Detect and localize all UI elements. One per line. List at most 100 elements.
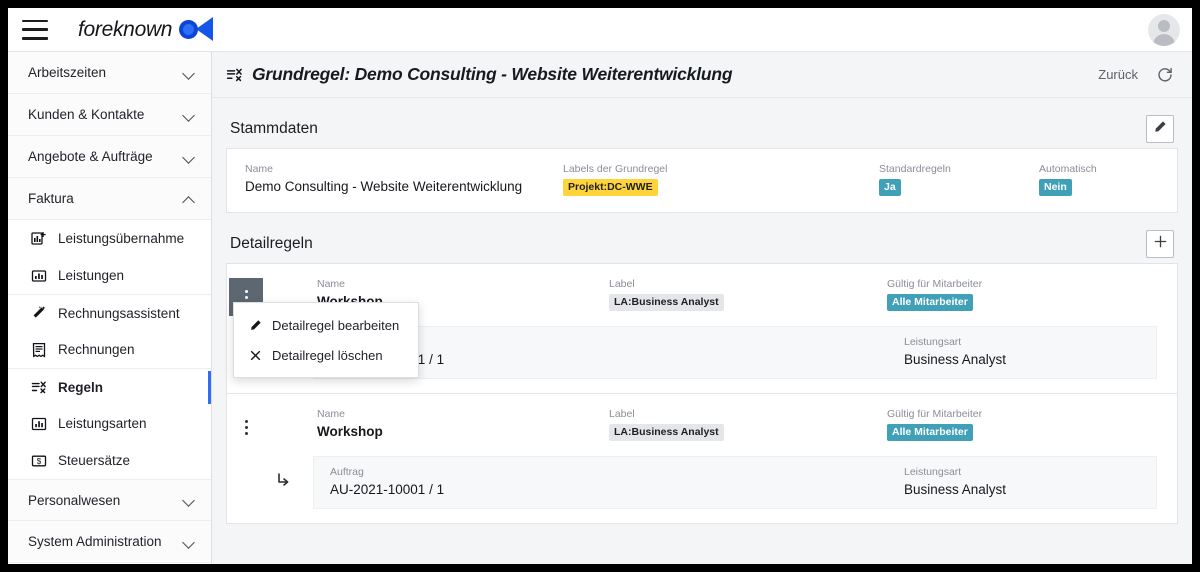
rules-icon (30, 379, 47, 396)
cell-label-tag: Label LA:Business Analyst (609, 408, 887, 442)
kebab-menu-icon (244, 419, 248, 435)
sidebar-item-label: Rechnungsassistent (58, 305, 180, 321)
plus-icon (1153, 234, 1168, 254)
field-label: Standardregeln (879, 163, 951, 175)
chevron-up-icon (183, 193, 195, 205)
cell-value: Business Analyst (904, 352, 1007, 368)
cell-leistungsart: Leistungsart Business Analyst (904, 466, 1006, 497)
sidebar-group-arbeitszeiten[interactable]: Arbeitszeiten (8, 52, 211, 94)
cell-auftrag: Auftrag AU-2021-10001 / 1 (330, 466, 904, 497)
scope-badge: Alle Mitarbeiter (887, 424, 973, 442)
field-automatisch: Automatisch Nein (1039, 163, 1097, 197)
sidebar-group-label: Arbeitszeiten (28, 65, 107, 80)
detailregeln-body: Name Workshop Label LA:Business Analyst … (226, 263, 1178, 525)
stammdaten-fields: Name Demo Consulting - Website Weiterent… (227, 149, 1177, 212)
app-window: foreknown Arbeitszeiten Kunden & Kontakt… (8, 8, 1192, 564)
sidebar-item-label: Leistungen (58, 268, 125, 283)
cell-label: Label (609, 278, 635, 291)
label-badge: LA:Business Analyst (609, 424, 724, 442)
add-detailregel-button[interactable] (1146, 230, 1174, 259)
svg-text:$: $ (36, 457, 41, 466)
table-row: Name Workshop Label LA:Business Analyst … (227, 264, 1177, 380)
pencil-icon (248, 319, 262, 332)
chevron-down-icon (183, 494, 195, 506)
sidebar-group-faktura[interactable]: Faktura (8, 178, 211, 220)
money-icon: $ (30, 452, 47, 469)
sidebar-group-angebote-auftraege[interactable]: Angebote & Aufträge (8, 136, 211, 178)
magic-wand-icon (30, 305, 47, 322)
sidebar-item-rechnungsassistent[interactable]: Rechnungsassistent (8, 294, 211, 331)
back-button[interactable]: Zurück (1098, 67, 1138, 82)
field-label: Labels der Grundregel (563, 163, 668, 175)
menu-item-detailregel-bearbeiten[interactable]: Detailregel bearbeiten (234, 310, 418, 340)
brand-logo[interactable]: foreknown (78, 17, 214, 42)
menu-item-label: Detailregel bearbeiten (272, 317, 400, 333)
sidebar-item-label: Rechnungen (58, 342, 135, 357)
cell-label: Name (317, 408, 346, 421)
sidebar: Arbeitszeiten Kunden & Kontakte Angebote… (8, 52, 212, 564)
sidebar-item-leistungsarten[interactable]: Leistungsarten (8, 405, 211, 442)
sidebar-group-system-administration[interactable]: System Administration (8, 521, 211, 563)
sidebar-item-label: Leistungsarten (58, 416, 147, 431)
sidebar-group-label: Personalwesen (28, 492, 121, 508)
hamburger-icon[interactable] (22, 19, 48, 40)
cell-label: Name (317, 278, 346, 291)
user-avatar-icon[interactable] (1148, 14, 1180, 46)
main-content: Grundregel: Demo Consulting - Website We… (212, 52, 1192, 564)
stammdaten-header: Stammdaten (226, 110, 1178, 148)
detailregeln-header: Detailregeln (226, 225, 1178, 263)
sidebar-group-kunden-kontakte[interactable]: Kunden & Kontakte (8, 94, 211, 136)
menu-item-label: Detailregel löschen (272, 347, 383, 363)
sidebar-item-rechnungen[interactable]: Rechnungen (8, 331, 211, 368)
sidebar-group-label: Angebote & Aufträge (28, 149, 153, 164)
sidebar-item-regeln[interactable]: Regeln (8, 368, 211, 405)
rules-icon (226, 66, 243, 83)
chevron-down-icon (183, 151, 195, 163)
cell-label: Gültig für Mitarbeiter (887, 408, 983, 421)
cell-label: Leistungsart (904, 466, 962, 479)
chevron-down-icon (183, 67, 195, 79)
field-name: Name Demo Consulting - Website Weiterent… (245, 163, 563, 196)
cell-label: Gültig für Mitarbeiter (887, 278, 983, 291)
sidebar-item-leistungen[interactable]: Leistungen (8, 257, 211, 294)
cell-label: Leistungsart (904, 336, 962, 349)
chart-bar-boxed-icon (30, 415, 47, 432)
label-badge: Projekt:DC-WWE (563, 179, 658, 197)
arrow-branch-icon (274, 471, 292, 494)
cell-scope: Gültig für Mitarbeiter Alle Mitarbeiter (887, 278, 983, 312)
cell-scope: Gültig für Mitarbeiter Alle Mitarbeiter (887, 408, 983, 442)
cell-name: Name Workshop (317, 408, 609, 441)
cell-label: Label (609, 408, 635, 421)
field-value: Demo Consulting - Website Weiterentwickl… (245, 179, 523, 194)
edit-stammdaten-button[interactable] (1146, 115, 1174, 143)
detailregeln-title: Detailregeln (230, 235, 313, 253)
status-badge: Nein (1039, 179, 1072, 197)
sidebar-item-label: Steuersätze (58, 453, 131, 468)
foreknown-logo-icon (179, 17, 214, 42)
sidebar-item-label: Leistungsübernahme (58, 231, 185, 246)
field-labels-der-grundregel: Labels der Grundregel Projekt:DC-WWE (563, 163, 879, 197)
chart-plus-icon (30, 230, 47, 247)
refresh-icon[interactable] (1156, 66, 1174, 84)
sidebar-item-leistungsuebernahme[interactable]: Leistungsübernahme (8, 220, 211, 257)
sidebar-group-personalwesen[interactable]: Personalwesen (8, 479, 211, 521)
label-badge: LA:Business Analyst (609, 294, 724, 312)
row-context-menu: Detailregel bearbeiten Detailregel lösch… (233, 302, 419, 379)
stammdaten-body: Name Demo Consulting - Website Weiterent… (226, 148, 1178, 214)
sub-row: Auftrag AU-2021-10001 / 1 Leistungsart B… (278, 326, 1157, 380)
sub-row: Auftrag AU-2021-10001 / 1 Leistungsart B… (278, 456, 1157, 510)
menu-item-detailregel-loeschen[interactable]: Detailregel löschen (234, 340, 418, 370)
close-x-icon (248, 349, 262, 362)
page-header: Grundregel: Demo Consulting - Website We… (212, 52, 1192, 98)
sidebar-item-steuersaetze[interactable]: $ Steuersätze (8, 442, 211, 479)
field-label: Automatisch (1039, 163, 1097, 175)
invoice-icon (30, 341, 47, 358)
cell-leistungsart: Leistungsart Business Analyst (904, 336, 1006, 367)
sidebar-group-label: System Administration (28, 534, 162, 549)
status-badge: Ja (879, 179, 901, 197)
page-title: Grundregel: Demo Consulting - Website We… (252, 64, 733, 84)
row-menu-button[interactable] (229, 408, 263, 446)
field-standardregeln: Standardregeln Ja (879, 163, 1039, 197)
pencil-icon (1153, 120, 1167, 139)
table-row: Name Workshop Label LA:Business Analyst … (227, 394, 1177, 510)
